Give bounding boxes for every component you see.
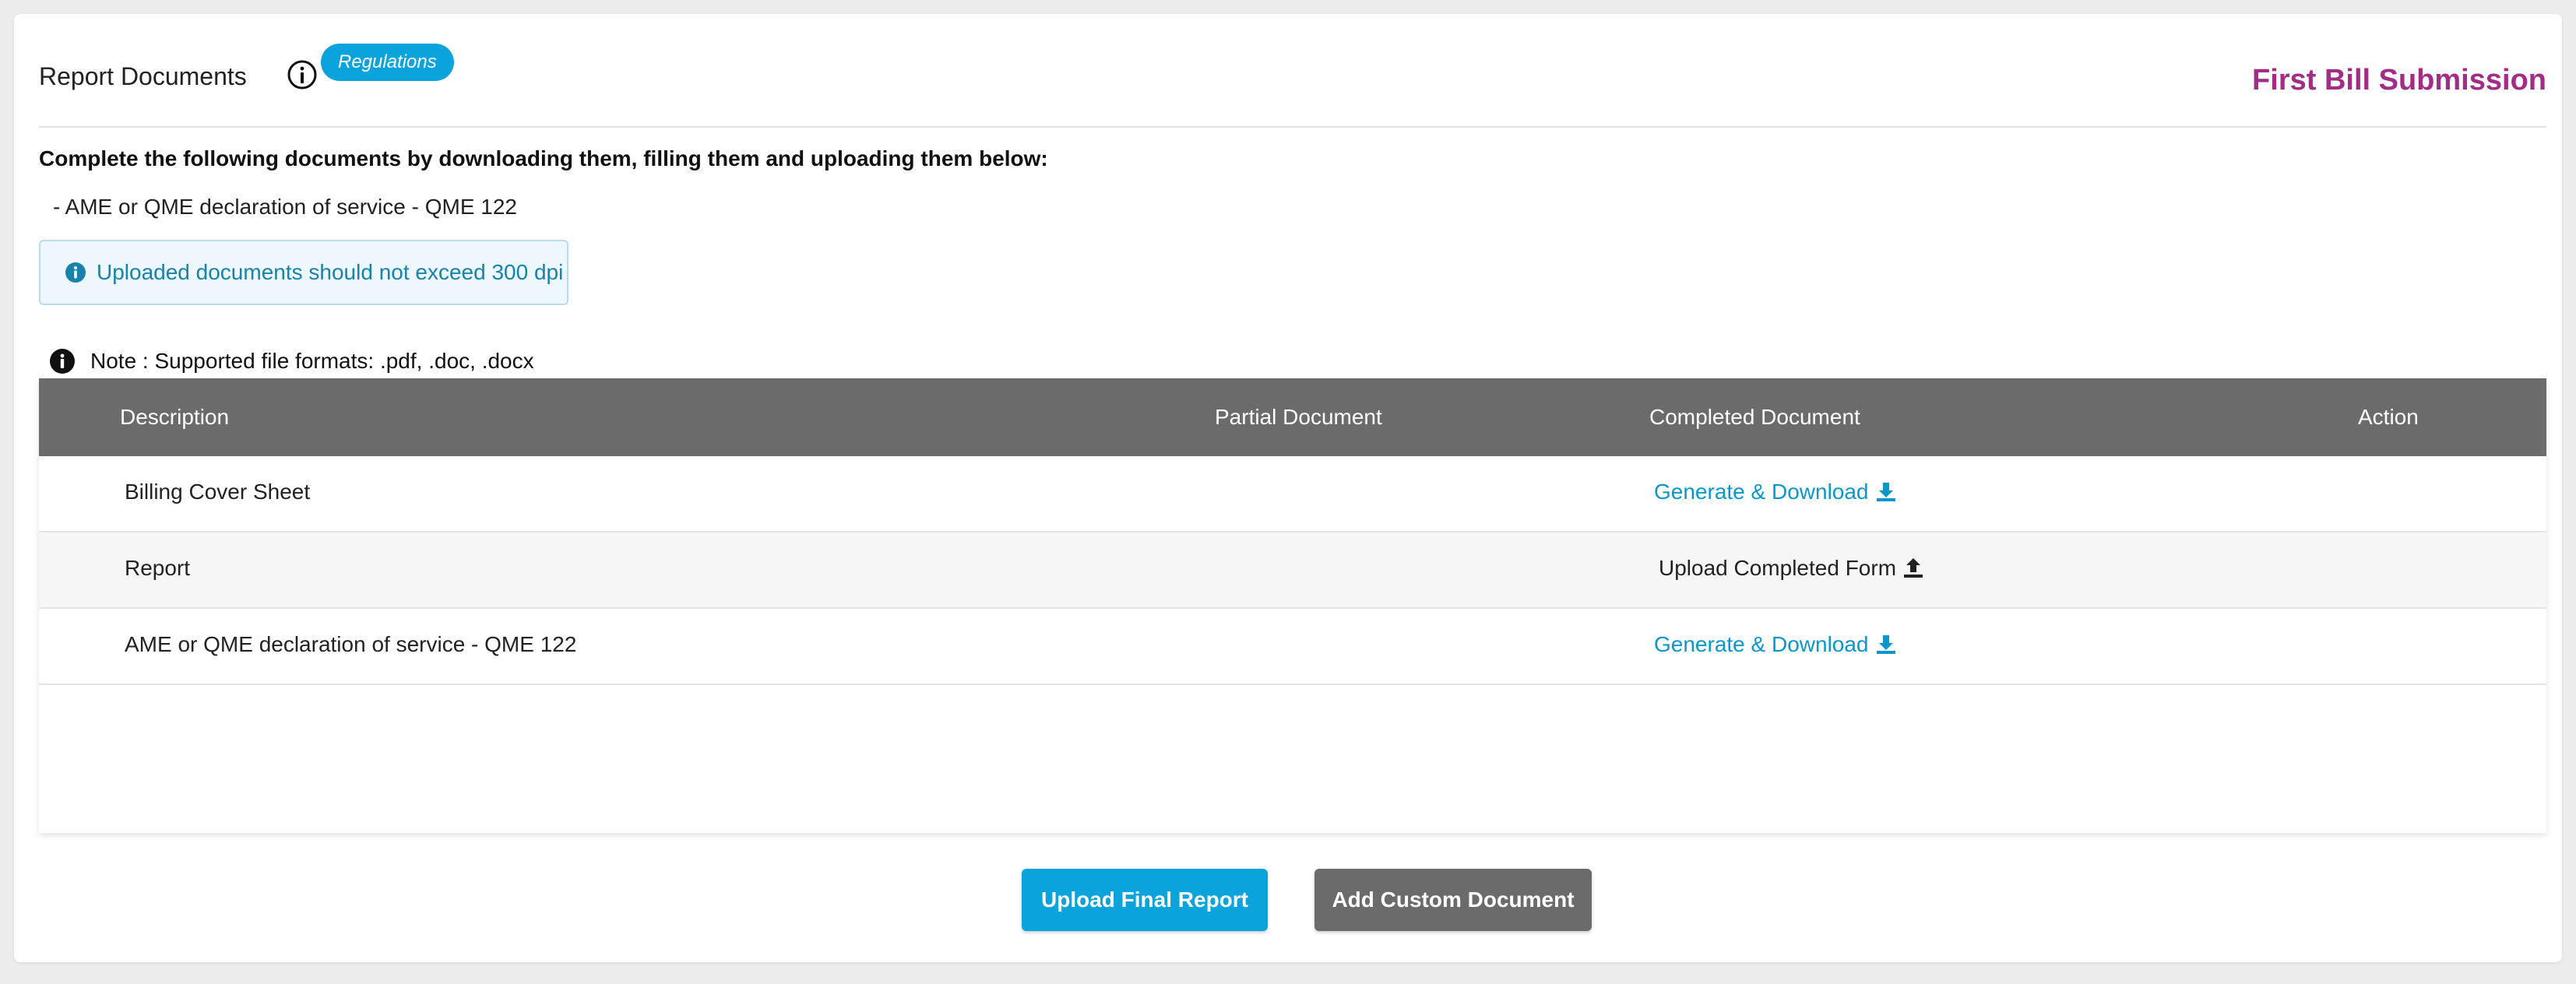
report-documents-card: Report Documents Regulations First Bill … — [14, 14, 2562, 962]
column-header-description: Description — [120, 405, 230, 429]
instructions-text: Complete the following documents by down… — [39, 146, 1048, 170]
table-row: AME or QME declaration of service - QME … — [39, 609, 2546, 685]
regulations-badge[interactable]: Regulations — [321, 44, 454, 81]
info-circle-icon — [65, 262, 86, 283]
info-circle-icon — [50, 349, 75, 374]
note-text: Note : Supported file formats: .pdf, .do… — [90, 349, 534, 373]
info-icon[interactable] — [283, 56, 321, 93]
page-heading: First Bill Submission — [2252, 64, 2546, 97]
dpi-alert: Uploaded documents should not exceed 300… — [39, 240, 568, 305]
row-description: AME or QME declaration of service - QME … — [125, 632, 577, 656]
file-format-note: Note : Supported file formats: .pdf, .do… — [48, 347, 534, 375]
upload-completed-form-link[interactable]: Upload Completed Form — [1659, 556, 1924, 581]
card-header: Report Documents Regulations First Bill … — [39, 39, 2546, 128]
download-icon[interactable] — [1875, 634, 1897, 655]
alert-text: Uploaded documents should not exceed 300… — [97, 260, 564, 284]
upload-completed-form-label[interactable]: Upload Completed Form — [1659, 556, 1896, 581]
generate-download-label[interactable]: Generate & Download — [1654, 480, 1869, 504]
table-row: Billing Cover Sheet Generate & Download — [39, 456, 2546, 532]
upload-icon[interactable] — [1902, 557, 1924, 579]
table-row: Report Upload Completed Form — [39, 532, 2546, 609]
upload-final-report-button[interactable]: Upload Final Report — [1022, 869, 1268, 931]
documents-table: Description Partial Document Completed D… — [39, 378, 2546, 833]
column-header-action: Action — [2358, 405, 2419, 429]
add-custom-document-button[interactable]: Add Custom Document — [1314, 869, 1592, 931]
table-header: Description Partial Document Completed D… — [39, 378, 2546, 456]
download-icon[interactable] — [1875, 481, 1897, 503]
row-description: Billing Cover Sheet — [125, 480, 311, 504]
section-title: Report Documents — [39, 62, 247, 90]
required-document-item: - AME or QME declaration of service - QM… — [53, 195, 517, 219]
generate-download-link[interactable]: Generate & Download — [1654, 632, 1897, 657]
generate-download-link[interactable]: Generate & Download — [1654, 480, 1897, 504]
column-header-partial-document: Partial Document — [1215, 405, 1382, 429]
row-description: Report — [125, 556, 191, 580]
column-header-completed-document: Completed Document — [1649, 405, 1860, 429]
generate-download-label[interactable]: Generate & Download — [1654, 632, 1869, 657]
